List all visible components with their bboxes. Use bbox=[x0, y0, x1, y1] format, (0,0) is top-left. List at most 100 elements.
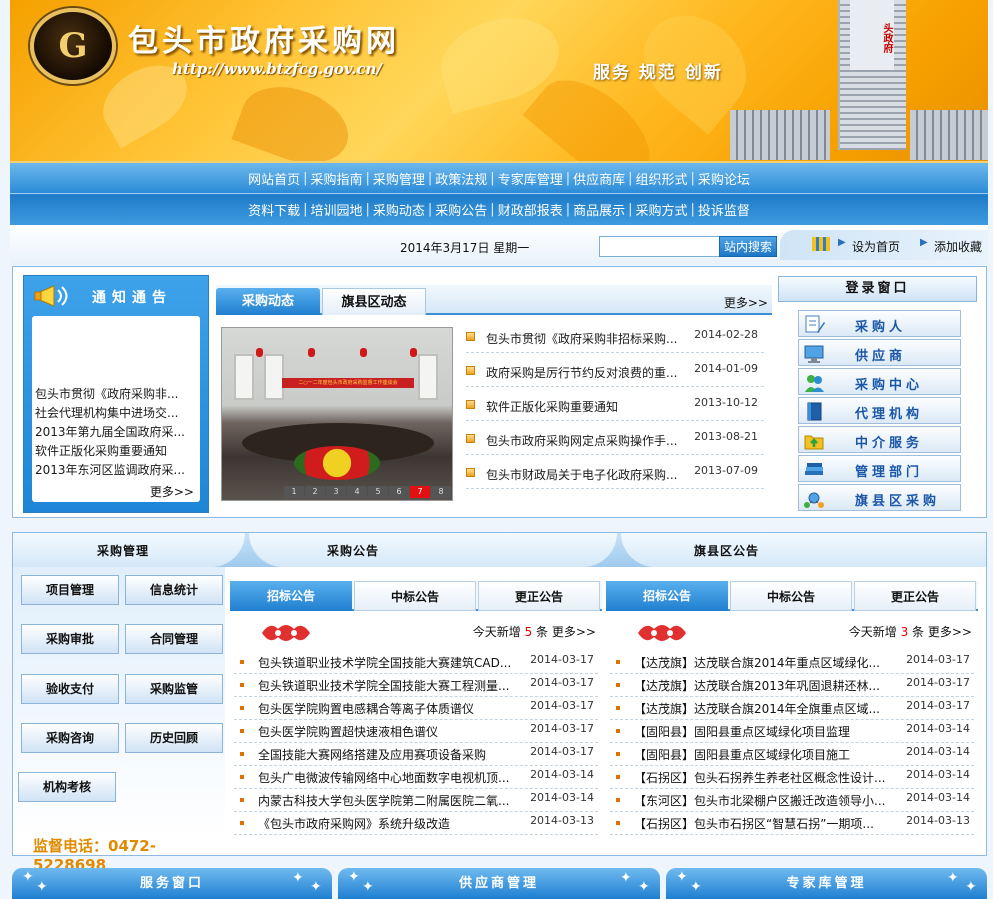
nav-item-2-1[interactable]: 培训园地 bbox=[310, 200, 362, 219]
nav-item-1-2[interactable]: 采购管理 bbox=[373, 169, 425, 188]
announcement-title[interactable]: 【固阳县】固阳县重点区域绿化项目监理 bbox=[634, 723, 906, 740]
announcement-title[interactable]: 【石拐区】包头市石拐区“智慧石拐”一期项... bbox=[634, 815, 906, 832]
management-button-0[interactable]: 项目管理 bbox=[21, 575, 119, 605]
management-button-3[interactable]: 合同管理 bbox=[125, 624, 223, 654]
management-button-2[interactable]: 采购审批 bbox=[21, 624, 119, 654]
announcement-row[interactable]: 【石拐区】包头市石拐区“智慧石拐”一期项... 2014-03-13 bbox=[610, 812, 974, 835]
bottom-bar-2[interactable]: ✦ ✦ ✦ ✦ 专家库管理 bbox=[666, 868, 987, 899]
announcement-title[interactable]: 包头铁道职业技术学院全国技能大赛建筑CAD... bbox=[258, 654, 530, 671]
announcement-title[interactable]: 【东河区】包头市北梁棚户区搬迁改造领导小... bbox=[634, 792, 906, 809]
news-title[interactable]: 政府采购是厉行节约反对浪费的重... bbox=[486, 364, 694, 381]
nav-item-1-0[interactable]: 网站首页 bbox=[248, 169, 300, 188]
photo-pager-item[interactable]: 1 bbox=[284, 486, 304, 498]
bottom-bar-0[interactable]: ✦ ✦ ✦ ✦ 服务窗口 bbox=[12, 868, 332, 899]
announcement-row[interactable]: 【达茂旗】达茂联合旗2014年重点区域绿化... 2014-03-17 bbox=[610, 651, 974, 674]
search-input[interactable] bbox=[599, 236, 720, 257]
news-item[interactable]: 软件正版化采购重要通知 2013-10-12 bbox=[466, 391, 764, 421]
announcement-title[interactable]: 包头广电微波传输网络中心地面数字电视机顶... bbox=[258, 769, 530, 786]
announcement-title[interactable]: 全国技能大赛网络搭建及应用赛项设备采购 bbox=[258, 746, 530, 763]
announcement-title[interactable]: 【固阳县】固阳县重点区域绿化项目施工 bbox=[634, 746, 906, 763]
announcement-row[interactable]: 【固阳县】固阳县重点区域绿化项目监理 2014-03-14 bbox=[610, 720, 974, 743]
photo-pager-item[interactable]: 7 bbox=[410, 486, 430, 498]
nav-item-1-7[interactable]: 采购论坛 bbox=[698, 169, 750, 188]
tab-county-0[interactable]: 招标公告 bbox=[606, 581, 728, 611]
photo-pager-item[interactable]: 5 bbox=[368, 486, 388, 498]
announcement-row[interactable]: 包头广电微波传输网络中心地面数字电视机顶... 2014-03-14 bbox=[234, 766, 598, 789]
notice-item[interactable]: 社会代理机构集中进场交... bbox=[35, 404, 195, 421]
login-button-3[interactable]: 代理机构 bbox=[798, 397, 961, 424]
announcement-more-link[interactable]: 更多>> bbox=[928, 625, 972, 639]
management-button-5[interactable]: 采购监管 bbox=[125, 674, 223, 704]
news-item[interactable]: 政府采购是厉行节约反对浪费的重... 2014-01-09 bbox=[466, 357, 764, 387]
news-title[interactable]: 软件正版化采购重要通知 bbox=[486, 398, 694, 415]
news-title[interactable]: 包头市财政局关于电子化政府采购... bbox=[486, 466, 694, 483]
news-item[interactable]: 包头市政府采购网定点采购操作手... 2013-08-21 bbox=[466, 425, 764, 455]
announcement-title[interactable]: 包头医学院购置电感耦合等离子体质谱仪 bbox=[258, 700, 530, 717]
site-logo[interactable]: G bbox=[30, 8, 116, 84]
nav-item-1-3[interactable]: 政策法规 bbox=[435, 169, 487, 188]
announcement-row[interactable]: 【东河区】包头市北梁棚户区搬迁改造领导小... 2014-03-14 bbox=[610, 789, 974, 812]
announcement-row[interactable]: 全国技能大赛网络搭建及应用赛项设备采购 2014-03-17 bbox=[234, 743, 598, 766]
tab-county-news[interactable]: 旗县区动态 bbox=[322, 288, 426, 315]
login-button-1[interactable]: 供应商 bbox=[798, 339, 961, 366]
nav-item-2-5[interactable]: 商品展示 bbox=[573, 200, 625, 219]
management-button-7[interactable]: 历史回顾 bbox=[125, 723, 223, 753]
announcement-title[interactable]: 《包头市政府采购网》系统升级改造 bbox=[258, 815, 530, 832]
announcement-title[interactable]: 包头铁道职业技术学院全国技能大赛工程测量... bbox=[258, 677, 530, 694]
announcement-row[interactable]: 包头医学院购置电感耦合等离子体质谱仪 2014-03-17 bbox=[234, 697, 598, 720]
management-button-8[interactable]: 机构考核 bbox=[18, 772, 116, 802]
nav-item-1-4[interactable]: 专家库管理 bbox=[498, 169, 563, 188]
management-button-1[interactable]: 信息统计 bbox=[125, 575, 223, 605]
photo-pager-item[interactable]: 6 bbox=[389, 486, 409, 498]
login-button-0[interactable]: 采购人 bbox=[798, 310, 961, 337]
photo-pager-item[interactable]: 4 bbox=[347, 486, 367, 498]
nav-item-2-6[interactable]: 采购方式 bbox=[636, 200, 688, 219]
nav-item-2-7[interactable]: 投诉监督 bbox=[698, 200, 750, 219]
announcement-row[interactable]: 包头铁道职业技术学院全国技能大赛工程测量... 2014-03-17 bbox=[234, 674, 598, 697]
photo-pager-item[interactable]: 3 bbox=[326, 486, 346, 498]
announcement-row[interactable]: 【达茂旗】达茂联合旗2014年全旗重点区域... 2014-03-17 bbox=[610, 697, 974, 720]
announcement-title[interactable]: 【达茂旗】达茂联合旗2014年重点区域绿化... bbox=[634, 654, 906, 671]
announcement-row[interactable]: 【固阳县】固阳县重点区域绿化项目施工 2014-03-14 bbox=[610, 743, 974, 766]
notice-more-link[interactable]: 更多>> bbox=[146, 483, 194, 500]
login-button-2[interactable]: 采购中心 bbox=[798, 368, 961, 395]
tab-county-1[interactable]: 中标公告 bbox=[730, 581, 852, 611]
announcement-title[interactable]: 【达茂旗】达茂联合旗2014年全旗重点区域... bbox=[634, 700, 906, 717]
tab-announcements-2[interactable]: 更正公告 bbox=[478, 581, 600, 611]
announcement-more-link[interactable]: 更多>> bbox=[552, 625, 596, 639]
announcement-title[interactable]: 【达茂旗】达茂联合旗2013年巩固退耕还林... bbox=[634, 677, 906, 694]
announcement-row[interactable]: 【达茂旗】达茂联合旗2013年巩固退耕还林... 2014-03-17 bbox=[610, 674, 974, 697]
news-item[interactable]: 包头市财政局关于电子化政府采购... 2013-07-09 bbox=[466, 459, 764, 489]
news-title[interactable]: 包头市政府采购网定点采购操作手... bbox=[486, 432, 694, 449]
tab-announcements-1[interactable]: 中标公告 bbox=[354, 581, 476, 611]
announcement-row[interactable]: 《包头市政府采购网》系统升级改造 2014-03-13 bbox=[234, 812, 598, 835]
add-favorite-link[interactable]: 添加收藏 bbox=[934, 238, 982, 255]
set-homepage-link[interactable]: 设为首页 bbox=[852, 238, 900, 255]
nav-item-2-3[interactable]: 采购公告 bbox=[435, 200, 487, 219]
announcement-title[interactable]: 内蒙古科技大学包头医学院第二附属医院二氧... bbox=[258, 792, 530, 809]
login-button-5[interactable]: 管理部门 bbox=[798, 455, 961, 482]
nav-item-1-1[interactable]: 采购指南 bbox=[310, 169, 362, 188]
tab-announcements-0[interactable]: 招标公告 bbox=[230, 581, 352, 611]
news-title[interactable]: 包头市贯彻《政府采购非招标采购... bbox=[486, 330, 694, 347]
notice-item[interactable]: 包头市贯彻《政府采购非... bbox=[35, 385, 195, 402]
announcement-title[interactable]: 【石拐区】包头石拐养生养老社区概念性设计... bbox=[634, 769, 906, 786]
nav-item-1-5[interactable]: 供应商库 bbox=[573, 169, 625, 188]
nav-item-2-2[interactable]: 采购动态 bbox=[373, 200, 425, 219]
photo-pager-item[interactable]: 2 bbox=[305, 486, 325, 498]
notice-item[interactable]: 2013年东河区监调政府采... bbox=[35, 461, 195, 478]
bottom-bar-1[interactable]: ✦ ✦ ✦ ✦ 供应商管理 bbox=[338, 868, 660, 899]
news-item[interactable]: 包头市贯彻《政府采购非招标采购... 2014-02-28 bbox=[466, 323, 764, 353]
announcement-title[interactable]: 包头医学院购置超快速液相色谱仪 bbox=[258, 723, 530, 740]
announcement-row[interactable]: 【石拐区】包头石拐养生养老社区概念性设计... 2014-03-14 bbox=[610, 766, 974, 789]
nav-item-1-6[interactable]: 组织形式 bbox=[636, 169, 688, 188]
login-button-4[interactable]: 中介服务 bbox=[798, 426, 961, 453]
management-button-6[interactable]: 采购咨询 bbox=[21, 723, 119, 753]
announcement-row[interactable]: 内蒙古科技大学包头医学院第二附属医院二氧... 2014-03-14 bbox=[234, 789, 598, 812]
nav-item-2-4[interactable]: 财政部报表 bbox=[498, 200, 563, 219]
photo-pager-item[interactable]: 8 bbox=[431, 486, 451, 498]
news-photo-slideshow[interactable]: 二○一二年度包头市政府采购监督工作座谈会 12345678 bbox=[221, 327, 453, 501]
tab-procurement-news[interactable]: 采购动态 bbox=[216, 288, 320, 315]
nav-item-2-0[interactable]: 资料下载 bbox=[248, 200, 300, 219]
search-button[interactable]: 站内搜索 bbox=[719, 236, 777, 257]
